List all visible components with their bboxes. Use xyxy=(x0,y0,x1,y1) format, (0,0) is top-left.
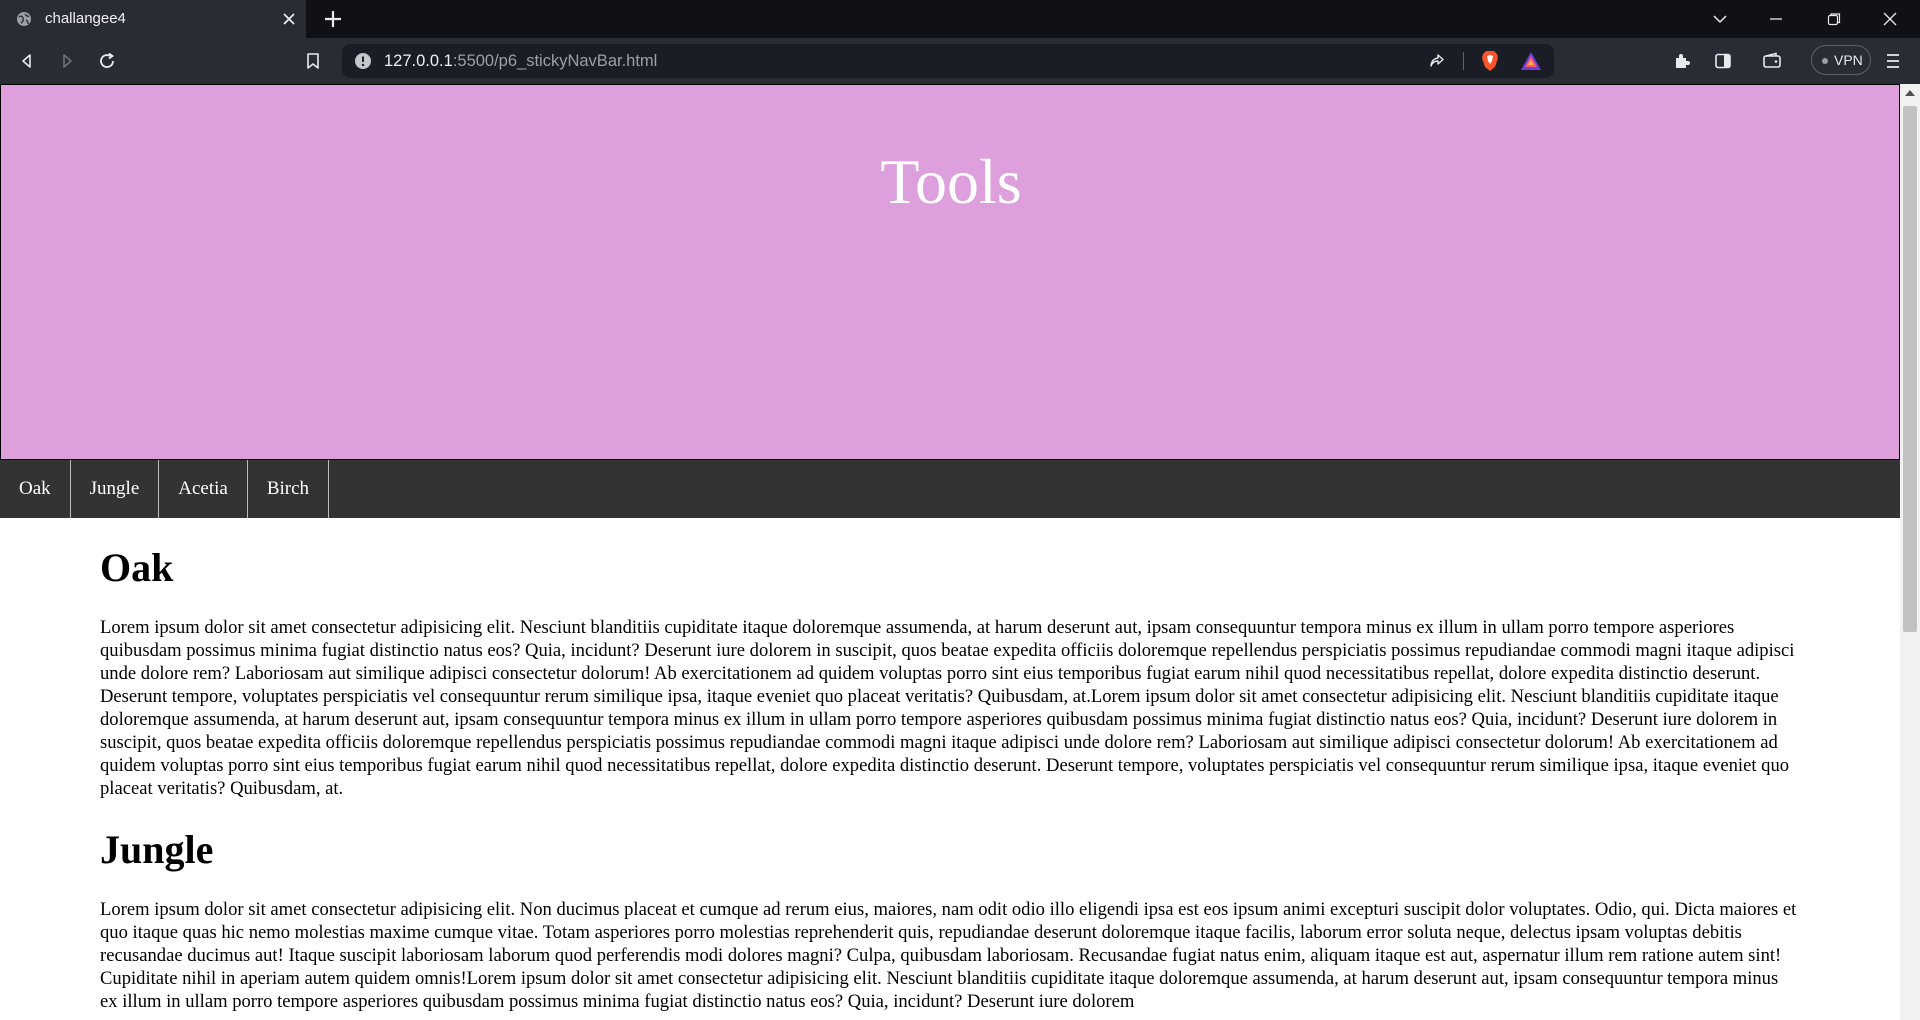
nav-link-jungle[interactable]: Jungle xyxy=(71,460,159,518)
close-icon[interactable] xyxy=(280,10,298,28)
browser-tab[interactable]: challangee4 xyxy=(0,0,306,38)
url-host: 127.0.0.1 xyxy=(384,52,453,70)
section-oak: Oak Lorem ipsum dolor sit amet consectet… xyxy=(100,546,1800,800)
url-path: :5500/p6_stickyNavBar.html xyxy=(452,52,658,70)
chevron-down-icon xyxy=(1713,15,1727,24)
info-icon[interactable] xyxy=(354,52,372,70)
main-content: Oak Lorem ipsum dolor sit amet consectet… xyxy=(100,518,1800,1013)
window-close-icon xyxy=(1883,12,1897,26)
section-heading: Oak xyxy=(100,545,174,590)
nav-item-jungle: Jungle xyxy=(71,460,160,518)
nav-link-acetia[interactable]: Acetia xyxy=(159,460,247,518)
window-close-button[interactable] xyxy=(1862,0,1918,38)
back-icon xyxy=(22,54,31,68)
extensions-button[interactable] xyxy=(1671,50,1693,72)
share-icon[interactable] xyxy=(1428,52,1446,70)
wallet-button[interactable] xyxy=(1761,50,1783,72)
vertical-scrollbar[interactable] xyxy=(1900,84,1920,1020)
reload-button[interactable] xyxy=(96,50,118,72)
nav-link-oak[interactable]: Oak xyxy=(0,460,70,518)
restore-button[interactable] xyxy=(1806,0,1862,38)
plus-icon[interactable] xyxy=(322,8,344,30)
wallet-icon xyxy=(1763,52,1781,68)
url-text[interactable]: 127.0.0.1:5500/p6_stickyNavBar.html xyxy=(384,44,657,78)
nav-item-oak: Oak xyxy=(0,460,71,518)
sidebar-button[interactable] xyxy=(1712,50,1734,72)
vpn-button[interactable]: VPN xyxy=(1811,45,1871,75)
tab-search-button[interactable] xyxy=(1692,0,1748,38)
vpn-status-dot xyxy=(1822,58,1828,64)
section-paragraph: Lorem ipsum dolor sit amet consectetur a… xyxy=(100,899,1797,1012)
address-bar[interactable]: 127.0.0.1:5500/p6_stickyNavBar.html xyxy=(342,44,1554,78)
nav-item-acetia: Acetia xyxy=(159,460,248,518)
back-button[interactable] xyxy=(16,50,38,72)
forward-button[interactable] xyxy=(56,50,78,72)
web-page: Tools Oak Jungle Acetia Birch Oak Lorem … xyxy=(0,84,1900,1020)
section-paragraph: Lorem ipsum dolor sit amet consectetur a… xyxy=(100,617,1795,799)
minimize-icon xyxy=(1770,18,1782,20)
scrollbar-thumb[interactable] xyxy=(1903,106,1917,632)
brave-shield-icon[interactable] xyxy=(1480,50,1500,72)
globe-icon xyxy=(17,12,31,26)
brave-rewards-icon[interactable] xyxy=(1520,51,1542,71)
bookmark-icon xyxy=(307,53,319,69)
scroll-up-arrow-icon[interactable] xyxy=(1905,90,1915,96)
omnibox-divider xyxy=(1463,52,1464,70)
tab-strip: challangee4 xyxy=(0,0,1920,38)
restore-icon xyxy=(1827,13,1841,26)
minimize-button[interactable] xyxy=(1748,0,1804,38)
menu-icon xyxy=(1887,54,1899,68)
tab-title: challangee4 xyxy=(45,10,126,27)
hero-title: Tools xyxy=(880,146,1022,217)
vpn-label: VPN xyxy=(1834,52,1863,68)
extensions-icon xyxy=(1676,54,1690,68)
reload-icon xyxy=(100,52,115,68)
sidebar-icon xyxy=(1715,53,1731,69)
nav-link-birch[interactable]: Birch xyxy=(248,460,328,518)
section-jungle: Jungle Lorem ipsum dolor sit amet consec… xyxy=(100,828,1800,1013)
nav-item-birch: Birch xyxy=(248,460,330,518)
nav-list: Oak Jungle Acetia Birch xyxy=(0,460,1900,518)
sticky-navbar: Oak Jungle Acetia Birch xyxy=(0,460,1900,518)
page-viewport: Tools Oak Jungle Acetia Birch Oak Lorem … xyxy=(0,84,1920,1020)
menu-button[interactable] xyxy=(1882,50,1904,72)
hero-banner: Tools xyxy=(0,84,1900,460)
browser-toolbar: 127.0.0.1:5500/p6_stickyNavBar.html VPN xyxy=(0,38,1920,84)
forward-icon xyxy=(63,54,72,68)
bookmark-button[interactable] xyxy=(302,50,324,72)
section-heading: Jungle xyxy=(100,827,214,872)
